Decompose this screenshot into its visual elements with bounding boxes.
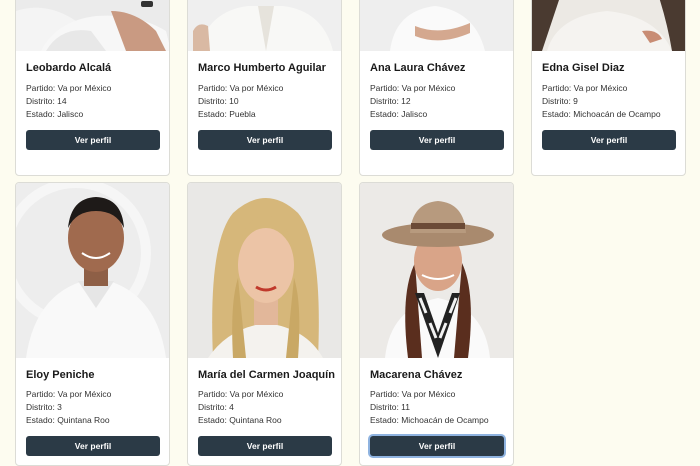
candidate-party: Partido: Va por México [26, 83, 112, 93]
candidate-card: Eloy Peniche Partido: Va por México Dist… [15, 182, 170, 466]
candidate-state: Estado: Jalisco [370, 109, 428, 119]
candidate-photo [16, 0, 169, 51]
view-profile-button[interactable]: Ver perfil [542, 130, 676, 150]
view-profile-button[interactable]: Ver perfil [370, 130, 504, 150]
candidate-name: Marco Humberto Aguilar [198, 62, 326, 74]
candidate-party: Partido: Va por México [542, 83, 628, 93]
view-profile-button[interactable]: Ver perfil [26, 130, 160, 150]
candidate-grid: Leobardo Alcalá Partido: Va por México D… [0, 0, 700, 466]
candidate-state: Estado: Quintana Roo [198, 415, 282, 425]
candidate-photo [532, 0, 685, 51]
candidate-name: Ana Laura Chávez [370, 62, 466, 74]
candidate-card: Marco Humberto Aguilar Partido: Va por M… [187, 0, 342, 176]
candidate-photo [188, 0, 341, 51]
candidate-district: Distrito: 14 [26, 96, 67, 106]
candidate-party: Partido: Va por México [370, 389, 456, 399]
candidate-district: Distrito: 3 [26, 402, 62, 412]
candidate-name: Eloy Peniche [26, 369, 95, 381]
candidate-state: Estado: Quintana Roo [26, 415, 110, 425]
candidate-name: María del Carmen Joaquín [198, 369, 335, 381]
candidate-district: Distrito: 9 [542, 96, 578, 106]
candidate-card: Leobardo Alcalá Partido: Va por México D… [15, 0, 170, 176]
view-profile-button[interactable]: Ver perfil [370, 436, 504, 456]
candidate-party: Partido: Va por México [198, 83, 284, 93]
candidate-card: Macarena Chávez Partido: Va por México D… [359, 182, 514, 466]
view-profile-button[interactable]: Ver perfil [198, 130, 332, 150]
candidate-photo [16, 183, 169, 358]
candidate-card: María del Carmen Joaquín Partido: Va por… [187, 182, 342, 466]
candidate-card: Ana Laura Chávez Partido: Va por México … [359, 0, 514, 176]
candidate-party: Partido: Va por México [370, 83, 456, 93]
view-profile-button[interactable]: Ver perfil [26, 436, 160, 456]
candidate-card: Edna Gisel Diaz Partido: Va por México D… [531, 0, 686, 176]
view-profile-button[interactable]: Ver perfil [198, 436, 332, 456]
candidate-state: Estado: Michoacán de Ocampo [370, 415, 489, 425]
candidate-name: Edna Gisel Diaz [542, 62, 625, 74]
candidate-photo [360, 0, 513, 51]
candidate-name: Leobardo Alcalá [26, 62, 112, 74]
candidate-state: Estado: Jalisco [26, 109, 84, 119]
candidate-state: Estado: Puebla [198, 109, 256, 119]
candidate-photo [360, 183, 513, 358]
candidate-party: Partido: Va por México [26, 389, 112, 399]
candidate-district: Distrito: 4 [198, 402, 234, 412]
candidate-party: Partido: Va por México [198, 389, 284, 399]
candidate-district: Distrito: 10 [198, 96, 239, 106]
candidate-name: Macarena Chávez [370, 369, 463, 381]
candidate-district: Distrito: 12 [370, 96, 411, 106]
candidate-photo [188, 183, 341, 358]
candidate-district: Distrito: 11 [370, 402, 410, 412]
candidate-state: Estado: Michoacán de Ocampo [542, 109, 661, 119]
